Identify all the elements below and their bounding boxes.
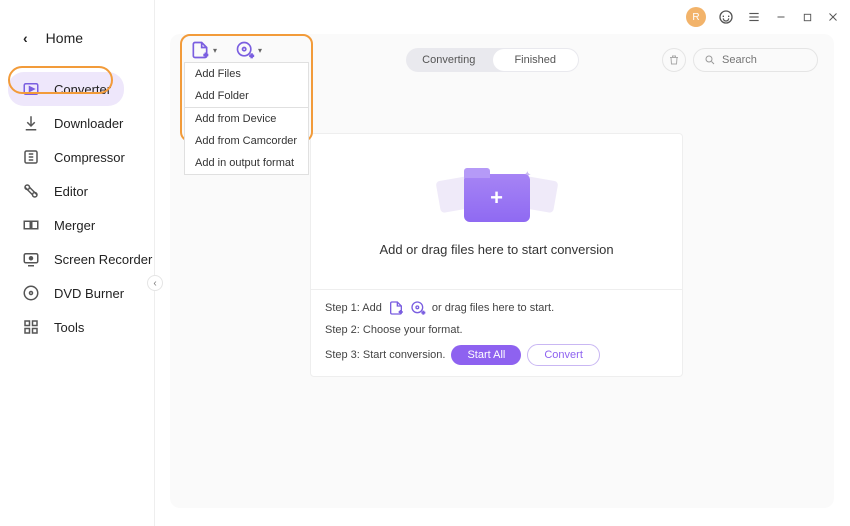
- tab-converting[interactable]: Converting: [406, 48, 492, 72]
- steps-panel: Step 1: Add or drag files here to start.…: [311, 289, 682, 376]
- sidebar-item-dvd-burner[interactable]: DVD Burner: [0, 276, 154, 310]
- tools-icon: [22, 318, 40, 336]
- folder-illustration: ✦ ✦ +: [442, 166, 552, 230]
- clear-list-button[interactable]: [662, 48, 686, 72]
- sidebar: ‹ Home Converter Downloader Compressor E…: [0, 0, 155, 526]
- minimize-button[interactable]: [774, 10, 788, 24]
- user-avatar[interactable]: R: [686, 7, 706, 27]
- sidebar-item-label: Editor: [54, 184, 88, 199]
- mini-add-disc-icon: [410, 300, 426, 316]
- dvd-burner-icon: [22, 284, 40, 302]
- converter-icon: [22, 80, 40, 98]
- sidebar-item-label: Screen Recorder: [54, 252, 152, 267]
- dropdown-item-add-from-camcorder[interactable]: Add from Camcorder: [185, 130, 308, 152]
- add-disc-button[interactable]: ▾: [235, 40, 262, 60]
- sidebar-item-tools[interactable]: Tools: [0, 310, 154, 344]
- sidebar-item-label: Merger: [54, 218, 95, 233]
- search-box[interactable]: [693, 48, 818, 72]
- menu-icon[interactable]: [746, 9, 762, 25]
- step2-text: Step 2: Choose your format.: [325, 324, 463, 336]
- folder-icon: +: [464, 174, 530, 222]
- drop-text: Add or drag files here to start conversi…: [379, 242, 613, 257]
- plus-icon: +: [490, 185, 503, 211]
- step1-pre: Step 1: Add: [325, 302, 382, 314]
- maximize-button[interactable]: [800, 10, 814, 24]
- chevron-down-icon: ▾: [258, 46, 262, 55]
- drop-area[interactable]: ✦ ✦ + Add or drag files here to start co…: [311, 134, 682, 289]
- back-row[interactable]: ‹ Home: [0, 0, 154, 64]
- sidebar-item-downloader[interactable]: Downloader: [0, 106, 154, 140]
- close-button[interactable]: [826, 10, 840, 24]
- sidebar-item-converter[interactable]: Converter: [8, 72, 124, 106]
- sidebar-item-screen-recorder[interactable]: Screen Recorder: [0, 242, 154, 276]
- sidebar-item-label: DVD Burner: [54, 286, 124, 301]
- drop-card: ✦ ✦ + Add or drag files here to start co…: [310, 133, 683, 377]
- step-1: Step 1: Add or drag files here to start.: [325, 300, 668, 316]
- sidebar-item-label: Converter: [54, 82, 111, 97]
- step3-text: Step 3: Start conversion.: [325, 349, 445, 361]
- nav-list: Converter Downloader Compressor Editor M…: [0, 64, 154, 344]
- add-buttons-cluster: ▾ ▾: [190, 40, 262, 60]
- dropdown-item-add-folder[interactable]: Add Folder: [185, 85, 308, 107]
- sidebar-item-compressor[interactable]: Compressor: [0, 140, 154, 174]
- sidebar-item-label: Tools: [54, 320, 84, 335]
- start-all-button[interactable]: Start All: [451, 345, 521, 365]
- search-input[interactable]: [722, 54, 802, 66]
- dropdown-item-add-output-format[interactable]: Add in output format: [185, 152, 308, 174]
- sidebar-item-label: Downloader: [54, 116, 123, 131]
- workspace: ▾ ▾ Add Files Add Folder Add from Device…: [170, 34, 834, 508]
- back-arrow-icon: ‹: [23, 30, 28, 46]
- downloader-icon: [22, 114, 40, 132]
- step-2: Step 2: Choose your format.: [325, 324, 668, 336]
- step1-post: or drag files here to start.: [432, 302, 554, 314]
- sidebar-item-editor[interactable]: Editor: [0, 174, 154, 208]
- convert-button[interactable]: Convert: [527, 344, 600, 366]
- sidebar-item-merger[interactable]: Merger: [0, 208, 154, 242]
- dropdown-item-add-files[interactable]: Add Files: [185, 63, 308, 85]
- main-area: ▾ ▾ Add Files Add Folder Add from Device…: [155, 34, 850, 526]
- dropdown-item-add-from-device[interactable]: Add from Device: [185, 107, 308, 130]
- support-icon[interactable]: [718, 9, 734, 25]
- search-icon: [704, 54, 716, 66]
- sidebar-item-label: Compressor: [54, 150, 125, 165]
- home-label: Home: [46, 30, 83, 46]
- screen-recorder-icon: [22, 250, 40, 268]
- tab-finished[interactable]: Finished: [493, 49, 579, 71]
- merger-icon: [22, 216, 40, 234]
- add-file-button[interactable]: ▾: [190, 40, 217, 60]
- segmented-control: Converting Finished: [406, 48, 579, 72]
- compressor-icon: [22, 148, 40, 166]
- add-dropdown-menu: Add Files Add Folder Add from Device Add…: [184, 62, 309, 175]
- chevron-down-icon: ▾: [213, 46, 217, 55]
- avatar-initial: R: [692, 12, 699, 23]
- editor-icon: [22, 182, 40, 200]
- mini-add-file-icon: [388, 300, 404, 316]
- step-3: Step 3: Start conversion. Start All Conv…: [325, 344, 668, 366]
